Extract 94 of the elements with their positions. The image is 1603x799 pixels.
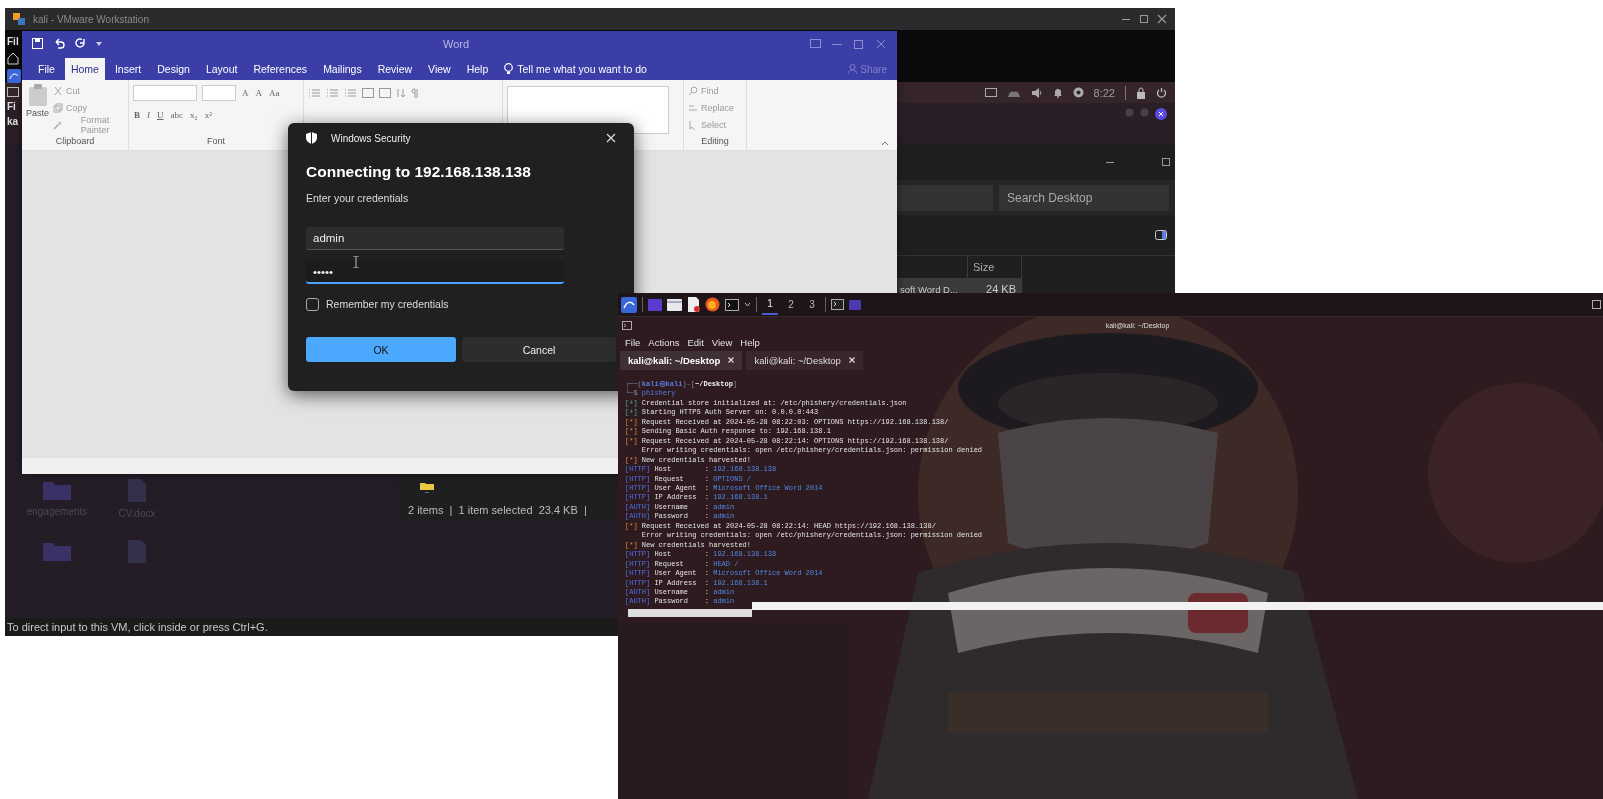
app-logo-icon xyxy=(13,13,25,25)
ribbon-tab[interactable]: View xyxy=(422,58,457,80)
menu-item[interactable]: Actions xyxy=(645,336,683,348)
workspace-button[interactable]: 1 xyxy=(762,294,778,315)
terminal-tab[interactable]: kali@kali: ~/Desktop xyxy=(620,350,743,370)
file-label[interactable]: ~ xyxy=(424,490,430,496)
maximize-icon[interactable] xyxy=(1161,156,1171,167)
menu-item[interactable]: Help xyxy=(737,336,763,348)
sort-icon[interactable] xyxy=(396,88,406,98)
paste-button[interactable]: Paste xyxy=(26,84,49,136)
home-icon[interactable] xyxy=(7,51,19,65)
caret-icon[interactable] xyxy=(744,302,751,307)
copy-icon xyxy=(53,102,63,113)
search-prompt[interactable]: Tell me what you want to do xyxy=(517,63,647,75)
text-cursor-icon xyxy=(353,256,359,268)
menu-item[interactable]: View xyxy=(708,336,736,348)
ribbon-tab[interactable]: Help xyxy=(460,58,495,80)
password-field[interactable]: ••••• xyxy=(306,261,564,284)
terminal-tab[interactable]: kali@kali: ~/Desktop xyxy=(746,350,863,370)
document-icon[interactable] xyxy=(687,297,700,312)
window-dot-icon[interactable] xyxy=(1125,108,1134,117)
format-button[interactable]: x₂ xyxy=(189,108,199,122)
ribbon-tab[interactable]: Review xyxy=(371,58,419,80)
power-icon[interactable] xyxy=(1156,87,1167,98)
scissors-icon xyxy=(53,85,63,96)
indent-icon[interactable] xyxy=(362,88,374,98)
checkbox[interactable] xyxy=(306,297,319,311)
speaker-icon[interactable] xyxy=(1030,87,1043,98)
format-button[interactable]: A xyxy=(241,86,250,100)
window-icon[interactable] xyxy=(1592,300,1601,309)
search-icon xyxy=(688,85,698,96)
font-name-field[interactable] xyxy=(133,85,197,101)
panel-toggle-icon[interactable] xyxy=(1155,230,1167,240)
close-icon[interactable] xyxy=(1155,108,1167,120)
bell-icon[interactable] xyxy=(1052,87,1063,98)
group-label: Font xyxy=(206,136,226,148)
save-icon[interactable] xyxy=(32,38,43,49)
checkbox-label: Remember my credentials xyxy=(326,298,449,310)
format-button[interactable]: x² xyxy=(203,108,213,122)
indent-icon[interactable] xyxy=(379,88,391,98)
window-title: Word xyxy=(441,37,471,50)
shield-icon xyxy=(306,132,317,144)
dialog-prompt: Enter your credentials xyxy=(306,192,410,204)
menu-item[interactable]: Edit xyxy=(684,336,707,348)
ribbon-tab[interactable]: Insert xyxy=(108,58,148,80)
collapse-icon[interactable] xyxy=(881,141,889,146)
window-icon[interactable] xyxy=(7,87,19,97)
dialog-title: Windows Security xyxy=(331,132,411,144)
redo-icon[interactable] xyxy=(75,38,86,49)
menu-label[interactable]: Fil xyxy=(7,36,19,47)
maximize-icon[interactable] xyxy=(853,38,865,49)
clock: 8:22 xyxy=(1093,86,1115,99)
window-dot-icon[interactable] xyxy=(1140,108,1149,117)
cancel-button[interactable]: Cancel xyxy=(462,337,616,362)
ok-button[interactable]: OK xyxy=(306,337,456,362)
format-button[interactable]: A xyxy=(254,86,263,100)
search-field[interactable]: Search Desktop xyxy=(999,184,1169,211)
font-size-field[interactable] xyxy=(202,85,236,101)
format-button[interactable]: Aa xyxy=(268,86,281,100)
format-button[interactable]: B xyxy=(133,108,141,122)
ribbon-tab[interactable]: Home xyxy=(64,58,105,80)
menu-label[interactable]: Fi xyxy=(7,101,16,112)
undo-icon[interactable] xyxy=(53,38,65,49)
menu-label[interactable]: ka xyxy=(7,116,19,127)
maximize-icon[interactable] xyxy=(1139,14,1149,24)
format-button[interactable]: U xyxy=(156,108,165,122)
username-field[interactable]: admin xyxy=(306,227,564,250)
browser-icon[interactable] xyxy=(705,297,720,312)
terminal-icon xyxy=(622,321,632,330)
ribbon-tab[interactable]: References xyxy=(247,58,314,80)
launcher-icon[interactable] xyxy=(621,296,637,313)
terminal-icon[interactable] xyxy=(831,299,844,310)
format-button[interactable]: abc xyxy=(169,108,184,122)
clipboard-icon xyxy=(27,84,48,106)
terminal-icon[interactable] xyxy=(725,298,739,311)
multilevel-list-icon[interactable] xyxy=(344,88,357,98)
window-title: kali - VMware Workstation xyxy=(33,13,149,25)
format-button[interactable]: I xyxy=(146,108,151,122)
ribbon-tab[interactable]: Design xyxy=(151,58,196,80)
status-text: 2 items | 1 item selected 23.4 KB | xyxy=(407,503,587,518)
workspace-button[interactable]: 3 xyxy=(804,294,820,315)
lightbulb-icon[interactable] xyxy=(504,63,514,75)
screen-icon[interactable] xyxy=(984,87,997,98)
ribbon-tab[interactable]: File xyxy=(32,58,61,80)
group-label: Clipboard xyxy=(54,136,96,148)
ribbon-display-icon[interactable] xyxy=(810,39,821,48)
group-label: Editing xyxy=(700,136,730,148)
ribbon-tab[interactable]: Layout xyxy=(199,58,244,80)
caret-icon[interactable] xyxy=(96,41,102,46)
workspace-button[interactable]: 2 xyxy=(783,294,799,315)
dialog-heading: Connecting to 192.168.138.138 xyxy=(306,163,532,181)
menu-item[interactable]: File xyxy=(622,336,644,348)
lock-icon[interactable] xyxy=(1136,86,1146,99)
ribbon-tab[interactable]: Mailings xyxy=(317,58,368,80)
